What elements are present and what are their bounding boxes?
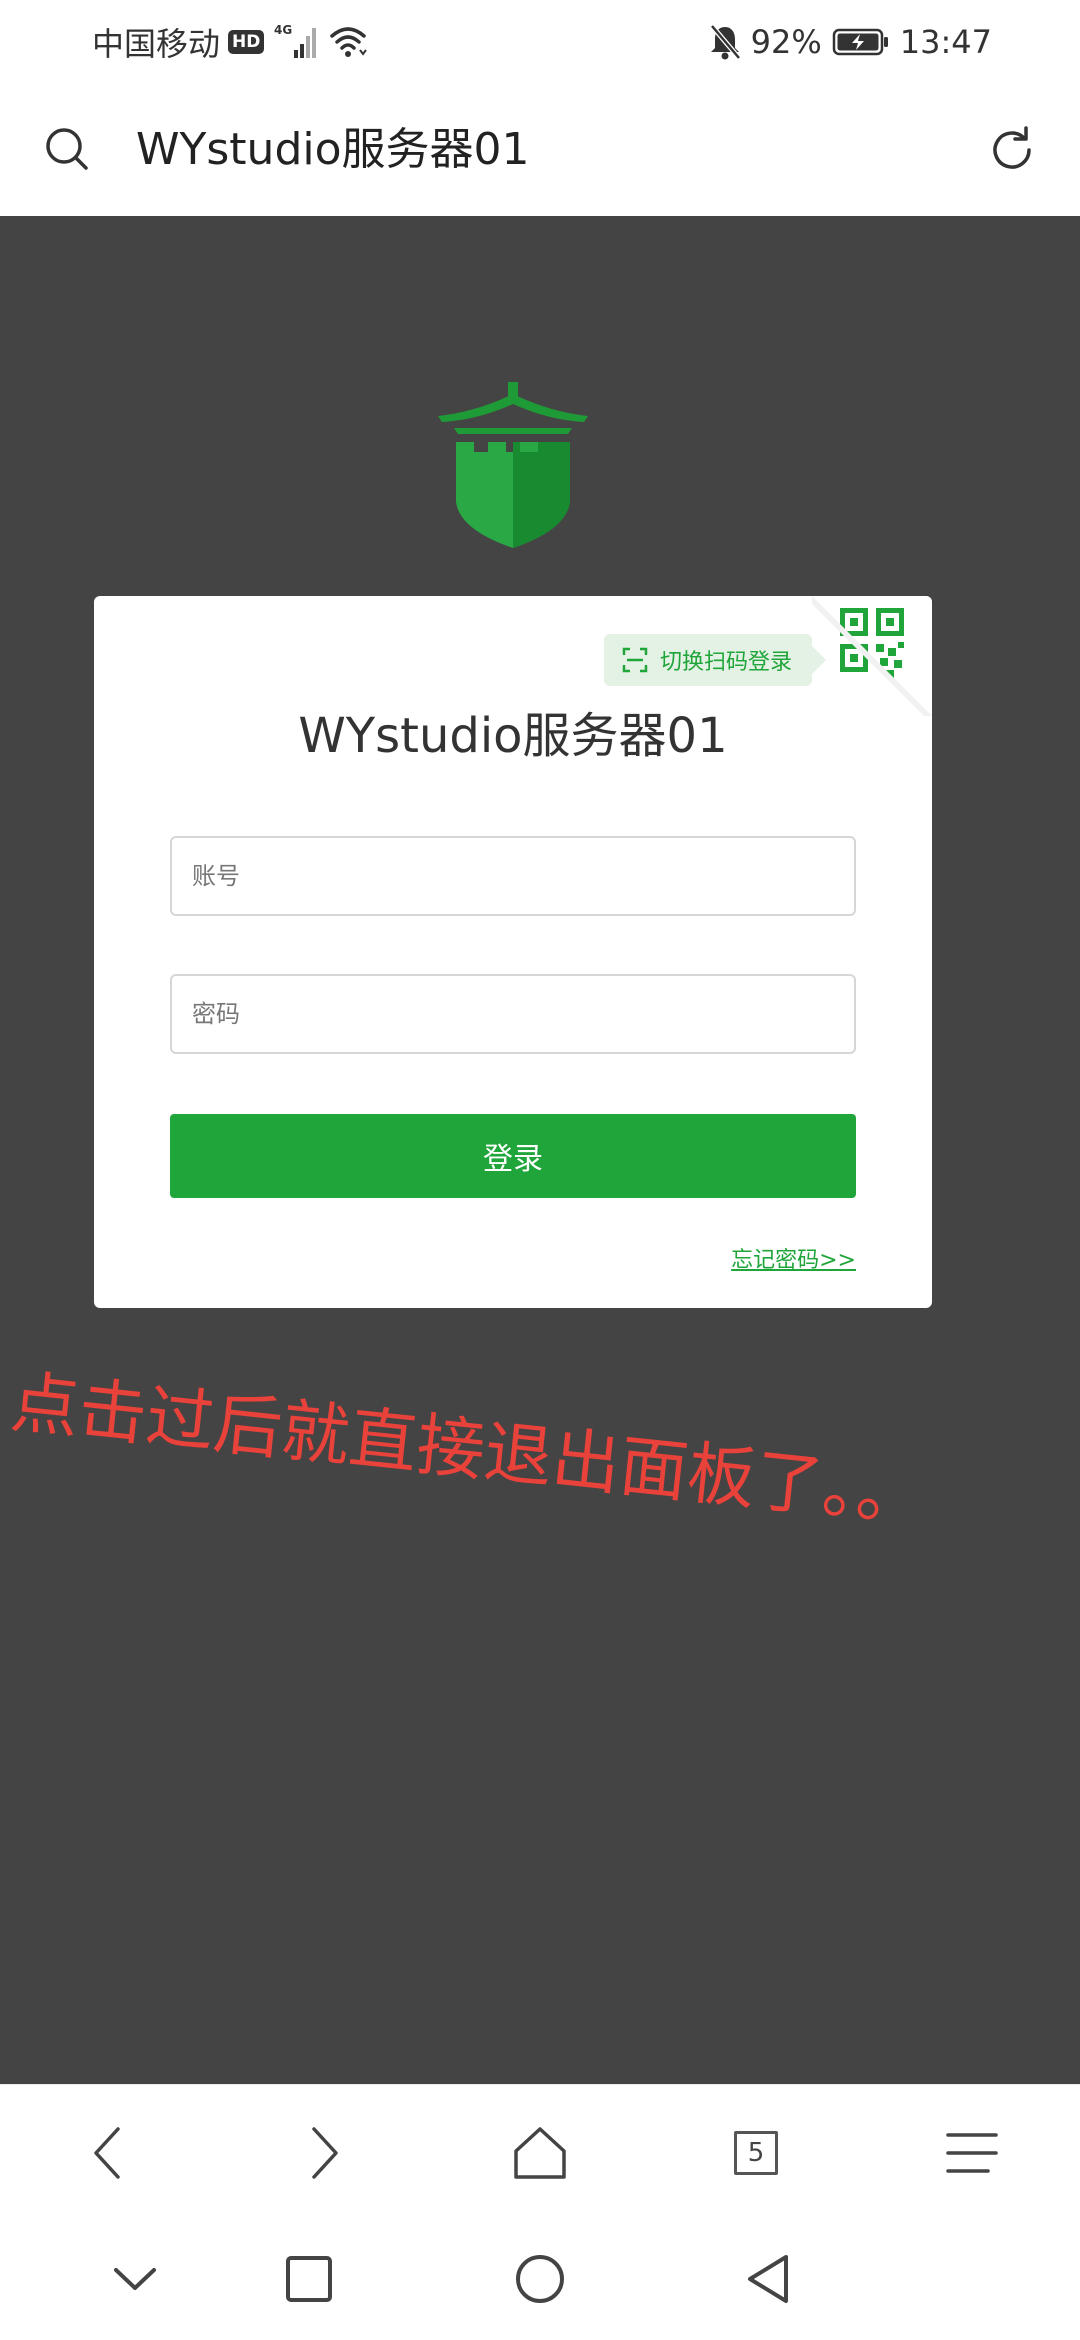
username-input[interactable] <box>170 836 856 916</box>
back-button[interactable] <box>72 2117 144 2189</box>
webview-content: 切换扫码登录 WYstudio服务器01 登录 忘记密码>> 点击过后就直接退出… <box>0 216 1080 2084</box>
wifi-icon <box>330 27 368 57</box>
search-icon[interactable] <box>40 122 96 178</box>
collapse-button[interactable] <box>100 2244 170 2314</box>
login-button[interactable]: 登录 <box>170 1114 856 1198</box>
status-right: 92% 13:47 <box>707 18 992 66</box>
system-home-button[interactable] <box>505 2244 575 2314</box>
scan-icon <box>622 647 648 673</box>
handwritten-annotation: 点击过后就直接退出面板了。。 <box>7 1363 929 1538</box>
collapse-chevron-icon <box>114 2268 156 2290</box>
hd-badge: HD <box>228 30 265 54</box>
network-type-label: 4G <box>274 23 292 37</box>
forward-button[interactable] <box>288 2117 360 2189</box>
home-circle-icon <box>516 2255 564 2303</box>
back-arrow-icon <box>94 2127 120 2179</box>
status-left: 中国移动 HD 4G <box>92 18 368 66</box>
home-icon <box>514 2127 566 2179</box>
forgot-password-link[interactable]: 忘记密码>> <box>731 1242 856 1274</box>
login-card: 切换扫码登录 WYstudio服务器01 登录 忘记密码>> <box>94 596 932 1308</box>
status-bar: 中国移动 HD 4G 92% 13:47 <box>0 0 1080 84</box>
forward-arrow-icon <box>312 2127 338 2179</box>
system-back-button[interactable] <box>733 2244 803 2314</box>
tabs-icon: 5 <box>734 2131 778 2175</box>
battery-percent: 92% <box>750 23 822 61</box>
page-title: WYstudio服务器01 <box>136 124 530 175</box>
clock: 13:47 <box>899 23 992 61</box>
tab-count: 5 <box>747 2138 765 2168</box>
back-triangle-icon <box>748 2255 788 2303</box>
password-input[interactable] <box>170 974 856 1054</box>
recents-button[interactable] <box>274 2244 344 2314</box>
castle-shield-logo <box>438 382 588 548</box>
browser-header: WYstudio服务器01 <box>0 84 1080 216</box>
reload-icon[interactable] <box>984 122 1040 178</box>
menu-button[interactable] <box>936 2117 1008 2189</box>
recents-square-icon <box>286 2256 332 2302</box>
bell-muted-icon <box>709 24 741 60</box>
login-title: WYstudio服务器01 <box>298 708 728 764</box>
carrier-name: 中国移动 <box>92 25 221 63</box>
qr-login-switch[interactable]: 切换扫码登录 <box>604 634 827 686</box>
home-button[interactable] <box>504 2117 576 2189</box>
browser-toolbar: 5 <box>0 2084 1080 2218</box>
qr-switch-label: 切换扫码登录 <box>660 650 793 675</box>
menu-icon <box>946 2133 998 2173</box>
system-navigation-bar <box>0 2218 1080 2340</box>
signal-icon: 4G <box>274 23 317 58</box>
battery-charging-icon <box>832 28 888 56</box>
tabs-button[interactable]: 5 <box>720 2117 792 2189</box>
